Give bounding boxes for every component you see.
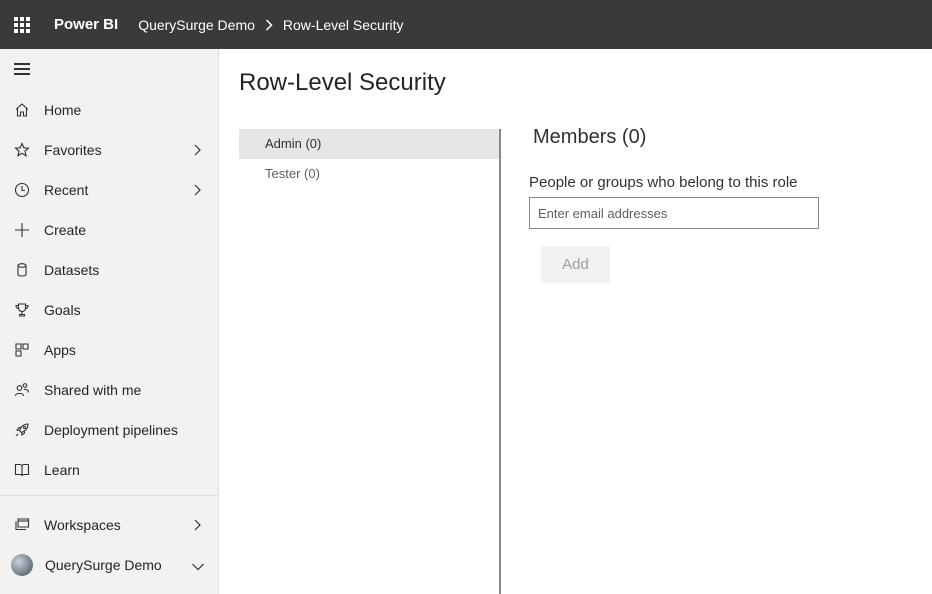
waffle-icon xyxy=(14,16,30,33)
sidebar-item-create[interactable]: Create xyxy=(0,210,218,250)
sidebar-bottom-nav: Workspaces QuerySurge Demo xyxy=(0,505,218,585)
rocket-icon xyxy=(13,421,31,439)
sidebar-item-favorites[interactable]: Favorites xyxy=(0,130,218,170)
breadcrumb-current: Row-Level Security xyxy=(282,16,404,33)
apps-icon xyxy=(13,341,31,359)
sidebar-item-label: Deployment pipelines xyxy=(44,422,178,438)
sidebar-item-datasets[interactable]: Datasets xyxy=(0,250,218,290)
sidebar-item-label: QuerySurge Demo xyxy=(45,557,162,573)
workspace-avatar xyxy=(11,554,33,576)
sidebar-item-deployment-pipelines[interactable]: Deployment pipelines xyxy=(0,410,218,450)
chevron-down-icon[interactable] xyxy=(191,559,205,573)
plus-icon xyxy=(13,221,31,239)
breadcrumb-workspace[interactable]: QuerySurge Demo xyxy=(138,17,255,33)
page-title: Row-Level Security xyxy=(239,69,446,96)
sidebar-nav: Home Favorites Recent Create Datasets Go… xyxy=(0,90,218,490)
top-bar: Power BI QuerySurge Demo Row-Level Secur… xyxy=(0,0,932,49)
sidebar-item-label: Create xyxy=(44,222,87,238)
sidebar-item-label: Recent xyxy=(44,182,89,198)
app-launcher-button[interactable] xyxy=(0,0,44,49)
sidebar-item-label: Datasets xyxy=(44,262,100,278)
sidebar-item-learn[interactable]: Learn xyxy=(0,450,218,490)
sidebar-item-label: Shared with me xyxy=(44,382,142,398)
sidebar-item-current-workspace[interactable]: QuerySurge Demo xyxy=(0,545,218,585)
sidebar-item-goals[interactable]: Goals xyxy=(0,290,218,330)
book-icon xyxy=(13,461,31,479)
chevron-right-icon[interactable] xyxy=(192,143,202,157)
workspaces-icon xyxy=(13,516,31,534)
sidebar-item-apps[interactable]: Apps xyxy=(0,330,218,370)
database-icon xyxy=(13,261,31,279)
sidebar-item-label: Favorites xyxy=(44,142,102,158)
sidebar-item-recent[interactable]: Recent xyxy=(0,170,218,210)
sidebar-item-label: Workspaces xyxy=(44,517,121,533)
sidebar-divider xyxy=(0,495,218,496)
add-member-button[interactable]: Add xyxy=(541,246,610,283)
chevron-right-icon xyxy=(265,18,273,31)
sidebar-item-label: Home xyxy=(44,102,82,118)
email-addresses-input[interactable] xyxy=(529,197,819,229)
home-icon xyxy=(13,101,31,119)
sidebar-item-workspaces[interactable]: Workspaces xyxy=(0,505,218,545)
trophy-icon xyxy=(13,301,31,319)
brand-name[interactable]: Power BI xyxy=(54,16,118,33)
panel-divider xyxy=(499,129,501,594)
chevron-right-icon[interactable] xyxy=(192,183,202,197)
star-icon xyxy=(13,141,31,159)
sidebar-item-home[interactable]: Home xyxy=(0,90,218,130)
sidebar: Home Favorites Recent Create Datasets Go… xyxy=(0,49,219,594)
hamburger-menu-icon[interactable] xyxy=(14,63,32,77)
sidebar-item-label: Goals xyxy=(44,302,81,318)
role-item-admin[interactable]: Admin (0) xyxy=(239,129,499,159)
sidebar-item-shared-with-me[interactable]: Shared with me xyxy=(0,370,218,410)
members-field-label: People or groups who belong to this role xyxy=(529,174,798,191)
role-item-tester[interactable]: Tester (0) xyxy=(239,159,499,189)
sidebar-item-label: Apps xyxy=(44,342,76,358)
clock-icon xyxy=(13,181,31,199)
shared-people-icon xyxy=(13,381,31,399)
members-title: Members (0) xyxy=(533,126,647,148)
roles-list: Admin (0) Tester (0) xyxy=(239,129,499,189)
chevron-right-icon[interactable] xyxy=(192,518,202,532)
sidebar-item-label: Learn xyxy=(44,462,80,478)
